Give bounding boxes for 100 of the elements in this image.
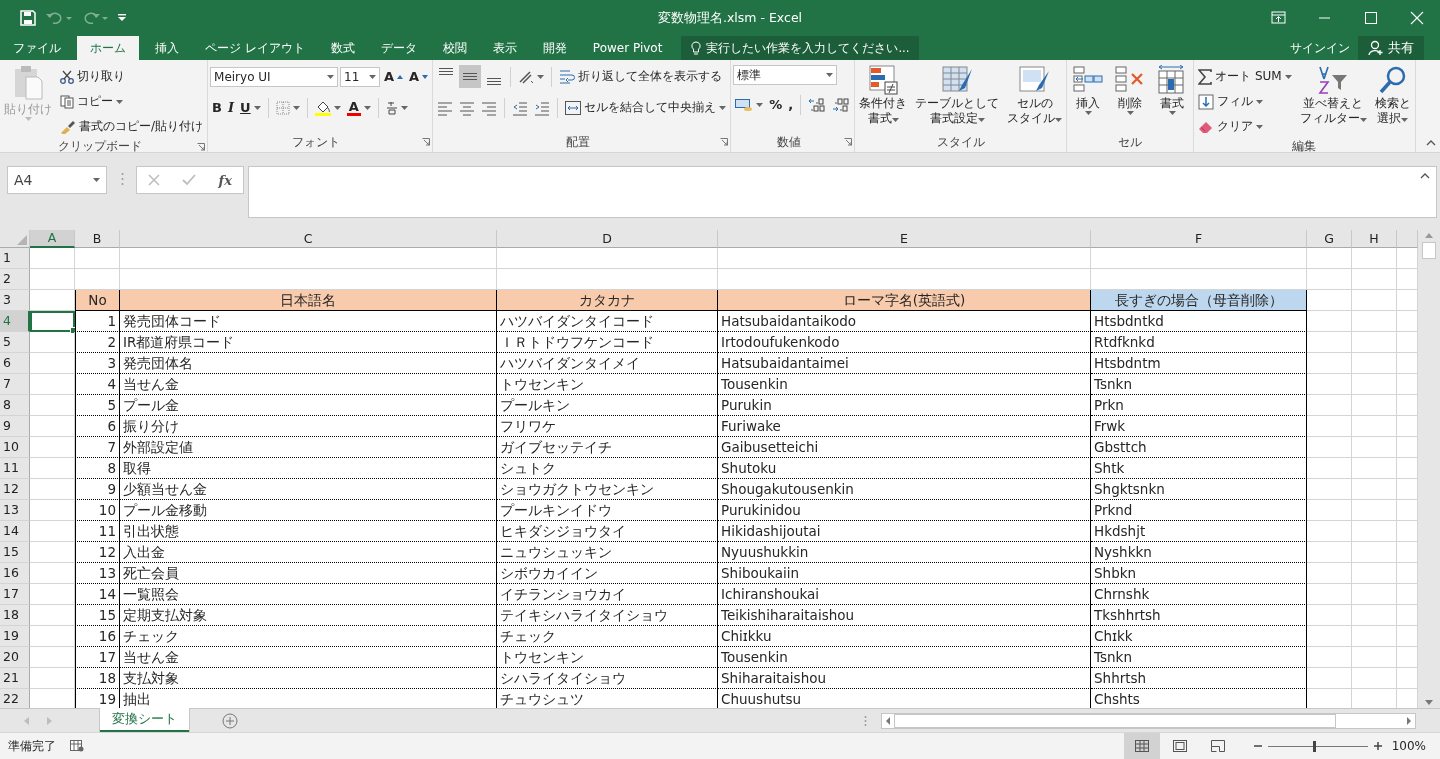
number-format-field[interactable]: 標準: [733, 65, 838, 85]
copy-button[interactable]: コピー: [58, 90, 125, 113]
table-cell: 当せん金: [120, 647, 497, 668]
column-header[interactable]: D: [497, 230, 718, 248]
table-cell: Frwk: [1091, 416, 1307, 437]
column-header[interactable]: G: [1307, 230, 1352, 248]
sheet-tab[interactable]: 変換シート: [100, 708, 189, 732]
table-cell: トウセンキン: [497, 647, 718, 668]
style-button[interactable]: セルの スタイル: [1005, 65, 1065, 132]
sort-filter-button[interactable]: 並べ替えと フィルター: [1297, 65, 1369, 138]
ribbon-tab[interactable]: 開発: [529, 36, 580, 60]
row-header[interactable]: 6: [0, 353, 30, 374]
find-select-button[interactable]: 検索と 選択: [1372, 65, 1413, 138]
ribbon-tab[interactable]: 校閲: [429, 36, 480, 60]
row-header[interactable]: 9: [0, 416, 30, 437]
autosum-button[interactable]: オート SUM: [1196, 65, 1294, 88]
table-cell: ハツバイダンタイコード: [497, 311, 718, 332]
clear-button[interactable]: クリア: [1196, 115, 1266, 138]
row-header[interactable]: 22: [0, 689, 30, 708]
italic-button[interactable]: I: [225, 96, 237, 119]
table-cell: Tousenkin: [718, 647, 1091, 668]
table-header-cell: 日本語名: [120, 290, 497, 311]
table-cell: ハツバイダンタイメイ: [497, 353, 718, 374]
cells-button[interactable]: 挿入: [1069, 65, 1108, 132]
percent-button[interactable]: %: [767, 93, 785, 116]
ribbon-tab[interactable]: ホーム: [77, 36, 139, 60]
ribbon-tab[interactable]: Power Pivot: [579, 36, 676, 60]
ribbon-tab[interactable]: 表示: [479, 36, 530, 60]
row-header[interactable]: 2: [0, 269, 30, 290]
cut-button[interactable]: 切り取り: [58, 65, 127, 88]
ribbon-tab[interactable]: 数式: [317, 36, 368, 60]
row-header[interactable]: 16: [0, 563, 30, 584]
bold-button[interactable]: B: [210, 96, 224, 119]
shrink-font-button[interactable]: A: [407, 65, 431, 88]
comma-button[interactable]: ,: [786, 93, 796, 116]
row-header[interactable]: 19: [0, 626, 30, 647]
name-box[interactable]: A4: [7, 166, 107, 194]
grow-font-button[interactable]: A: [382, 65, 406, 88]
table-header-cell: ローマ字名(英語式): [718, 290, 1091, 311]
search-field[interactable]: 実行したい作業を入力してください...: [681, 36, 920, 60]
style-button[interactable]: テーブルとして 書式設定: [913, 65, 1002, 132]
insert-function-button[interactable]: fx: [218, 172, 232, 188]
group-label: スタイル: [935, 133, 986, 151]
column-header[interactable]: B: [75, 230, 120, 248]
table-cell: Gbsttch: [1091, 437, 1307, 458]
table-cell: 14: [75, 584, 120, 605]
sign-in-link[interactable]: サインイン: [1282, 36, 1358, 60]
table-cell: Shutoku: [718, 458, 1091, 479]
row-header[interactable]: 3: [0, 290, 30, 311]
row-header[interactable]: 7: [0, 374, 30, 395]
row-header[interactable]: 18: [0, 605, 30, 626]
row-header[interactable]: 13: [0, 500, 30, 521]
group-label: セル: [1117, 133, 1144, 151]
row-header[interactable]: 15: [0, 542, 30, 563]
ribbon-tab[interactable]: ファイル: [0, 36, 74, 60]
row-header[interactable]: 8: [0, 395, 30, 416]
row-header[interactable]: 11: [0, 458, 30, 479]
ribbon-tab[interactable]: 挿入: [142, 36, 192, 60]
ribbon-tab[interactable]: データ: [367, 36, 430, 60]
zoom-level[interactable]: 100%: [1391, 739, 1426, 753]
table-cell: Hikidashijoutai: [718, 521, 1091, 542]
style-button[interactable]: 条件付き 書式: [857, 65, 910, 132]
font-name-field[interactable]: Meiryo UI: [210, 66, 339, 87]
row-header[interactable]: 5: [0, 332, 30, 353]
row-header[interactable]: 17: [0, 584, 30, 605]
row-header[interactable]: 12: [0, 479, 30, 500]
column-header[interactable]: A: [30, 230, 75, 248]
cells-button[interactable]: 書式: [1153, 65, 1192, 132]
font-size-field[interactable]: 11: [340, 66, 381, 87]
column-header[interactable]: E: [718, 230, 1091, 248]
format-painter-button[interactable]: 書式のコピー/貼り付け: [58, 115, 206, 138]
row-header[interactable]: 4: [0, 311, 30, 332]
row-header[interactable]: 10: [0, 437, 30, 458]
share-button[interactable]: 共有: [1358, 36, 1424, 60]
row-header[interactable]: 14: [0, 521, 30, 542]
table-cell: Tsnkn: [1091, 647, 1307, 668]
table-cell: Shhrtsh: [1091, 668, 1307, 689]
fill-button[interactable]: フィル: [1196, 90, 1266, 113]
merge-center-button[interactable]: セルを結合して中央揃え: [563, 96, 729, 119]
table-cell: Tousenkin: [718, 374, 1091, 395]
group-label: 配置: [564, 133, 591, 151]
column-header[interactable]: F: [1091, 230, 1307, 248]
column-header[interactable]: C: [120, 230, 497, 248]
row-header[interactable]: 21: [0, 668, 30, 689]
table-cell: ＩＲトドウフケンコード: [497, 332, 718, 353]
row-header[interactable]: 20: [0, 647, 30, 668]
wrap-text-button[interactable]: 折り返して全体を表示する: [557, 65, 725, 88]
underline-button[interactable]: U: [238, 96, 263, 119]
row-header[interactable]: 1: [0, 248, 30, 269]
column-header[interactable]: H: [1352, 230, 1397, 248]
table-cell: 12: [75, 542, 120, 563]
table-cell: プール金: [120, 395, 497, 416]
cells-button[interactable]: 削除: [1111, 65, 1150, 132]
table-cell: Hkdshjt: [1091, 521, 1307, 542]
table-cell: シュトク: [497, 458, 718, 479]
ribbon-tab[interactable]: ページ レイアウト: [192, 36, 318, 60]
table-cell: 16: [75, 626, 120, 647]
font-color-button[interactable]: A: [344, 96, 373, 119]
table-cell: 一覧照会: [120, 584, 497, 605]
table-cell: 引出状態: [120, 521, 497, 542]
